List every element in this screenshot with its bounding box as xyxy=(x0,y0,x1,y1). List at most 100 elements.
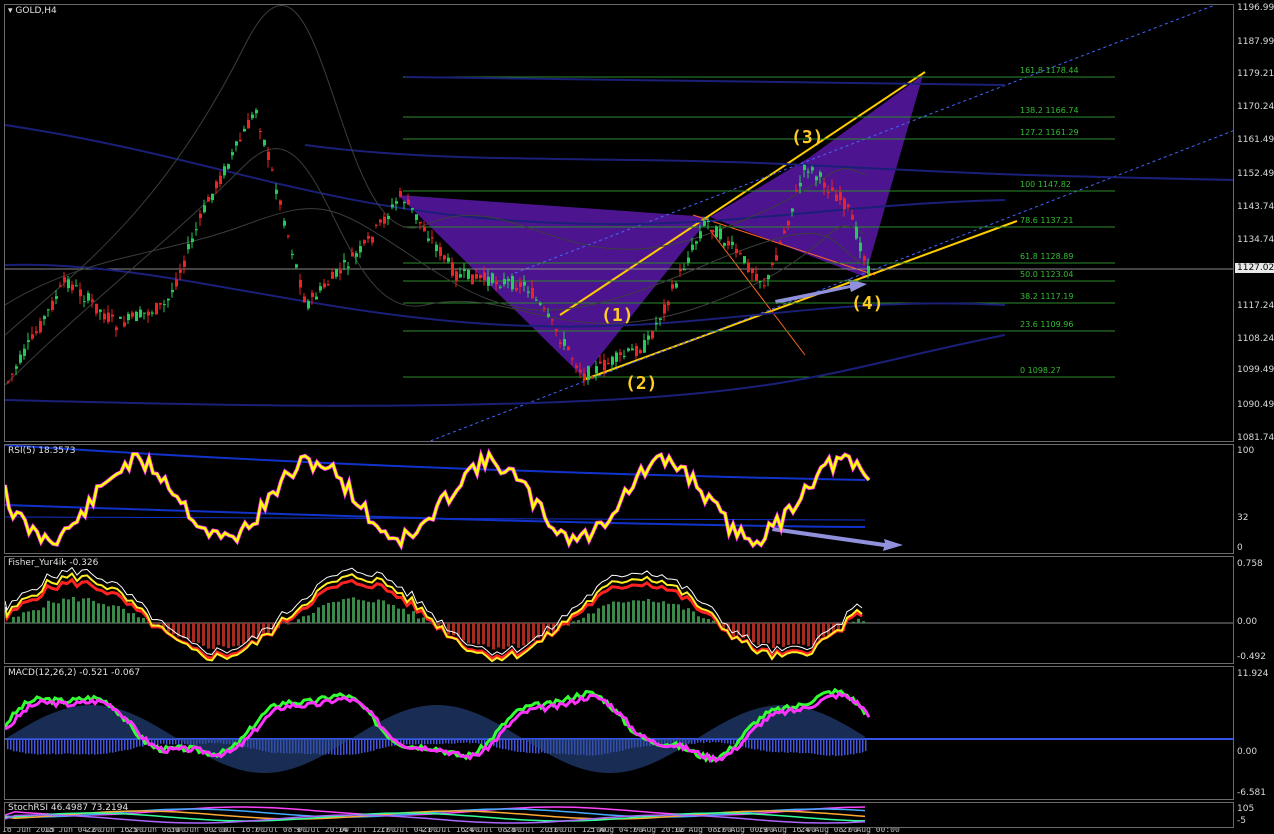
macd-histogram-bar xyxy=(844,739,846,756)
fisher-pane[interactable]: Fisher_Yur4ik -0.326 xyxy=(4,556,1234,664)
candle-body xyxy=(643,340,646,353)
macd-histogram-bar xyxy=(94,739,96,755)
macd-histogram-bar xyxy=(130,739,132,750)
candle-body xyxy=(611,356,614,365)
macd-histogram-bar xyxy=(49,739,51,755)
macd-title: MACD(12,26,2) -0.521 -0.067 xyxy=(8,668,141,678)
fib-level-label: 23.6 1109.96 xyxy=(1020,320,1074,329)
candle-body xyxy=(231,152,234,156)
stochrsi-pane[interactable]: StochRSI 46.4987 73.2194 xyxy=(4,802,1234,828)
macd-histogram-bar xyxy=(430,739,432,745)
macd-histogram-bar xyxy=(373,739,375,751)
fisher-histogram-bar xyxy=(222,623,225,647)
fisher-histogram-bar xyxy=(862,621,865,623)
candle-body xyxy=(107,312,110,322)
candle-body xyxy=(287,235,290,237)
candle-body xyxy=(99,309,102,312)
candle-body xyxy=(83,301,86,303)
price-tick: 1170.24 xyxy=(1237,102,1274,112)
candle-body xyxy=(811,167,814,171)
fisher-histogram-bar xyxy=(112,605,115,623)
candle-body xyxy=(355,253,358,257)
candle-body xyxy=(207,197,210,202)
candle-body xyxy=(587,366,590,380)
fisher-histogram-bar xyxy=(402,608,405,623)
stochrsi-axis: 105 -5 xyxy=(1234,802,1274,828)
candle-body xyxy=(603,359,606,371)
macd-histogram-bar xyxy=(106,739,108,754)
macd-histogram-bar xyxy=(157,739,159,745)
candle-body xyxy=(51,300,54,310)
macd-histogram-bar xyxy=(97,739,99,755)
candle-body xyxy=(459,274,462,278)
fisher-histogram-bar xyxy=(527,623,530,644)
macd-histogram-bar xyxy=(175,739,177,745)
fisher-histogram-bar xyxy=(237,623,240,646)
macd-histogram-bar xyxy=(403,739,405,745)
macd-histogram-bar xyxy=(418,739,420,745)
macd-histogram-bar xyxy=(862,739,864,753)
candle-body xyxy=(19,354,22,363)
fisher-histogram-bar xyxy=(72,596,75,623)
candle-body xyxy=(731,241,734,246)
candle-body xyxy=(319,286,322,291)
candle-body xyxy=(111,314,114,317)
price-chart-pane[interactable]: ▾ GOLD,H4 161.8 1178.44 138.2 1166.74 127.… xyxy=(4,4,1234,442)
candle-body xyxy=(691,244,694,251)
candle-body xyxy=(735,248,738,254)
candle-body xyxy=(183,260,186,267)
envelope-band xyxy=(5,334,1006,407)
candle-body xyxy=(827,191,830,193)
macd-histogram-bar xyxy=(757,739,759,750)
macd-histogram-bar xyxy=(91,739,93,754)
fisher-histogram-bar xyxy=(612,601,615,623)
fisher-histogram-bar xyxy=(362,600,365,623)
fisher-histogram-bar xyxy=(777,623,780,645)
macd-histogram-bar xyxy=(850,739,852,755)
candle-body xyxy=(275,189,278,194)
macd-histogram-bar xyxy=(796,739,798,753)
fisher-histogram-bar xyxy=(657,602,660,623)
candle-body xyxy=(79,289,82,297)
fisher-histogram-bar xyxy=(637,600,640,623)
macd-histogram-bar xyxy=(748,739,750,749)
macd-histogram-bar xyxy=(64,739,66,754)
candle-body xyxy=(87,293,90,301)
fisher-histogram-bar xyxy=(127,613,130,623)
macd-histogram-bar xyxy=(715,739,717,743)
candle-body xyxy=(483,272,486,280)
price-tick: 1099.49 xyxy=(1237,365,1274,375)
bollinger-band xyxy=(5,5,866,336)
candle-body xyxy=(547,313,550,317)
candle-body xyxy=(139,309,142,318)
candle-body xyxy=(655,322,658,325)
macd-histogram-bar xyxy=(700,739,702,743)
fisher-histogram-bar xyxy=(122,608,125,623)
macd-pane[interactable]: MACD(12,26,2) -0.521 -0.067 xyxy=(4,666,1234,800)
candle-body xyxy=(667,301,670,306)
macd-histogram-bar xyxy=(448,739,450,744)
fisher-canvas xyxy=(5,566,1233,663)
fisher-histogram-bar xyxy=(37,610,40,623)
time-label: 27 Aug 00:00 xyxy=(842,828,900,834)
macd-histogram-bar xyxy=(730,739,732,745)
candle-body xyxy=(167,298,170,301)
fisher-histogram-bar xyxy=(452,623,455,636)
fisher-histogram-bar xyxy=(227,623,230,649)
candle-body xyxy=(567,346,570,350)
macd-histogram-bar xyxy=(439,739,441,744)
macd-histogram-bar xyxy=(469,739,471,744)
price-axis[interactable]: 1127.02 1196.99 1187.99 1179.21 1170.24 1161… xyxy=(1234,3,1274,443)
candle-body xyxy=(159,303,162,305)
macd-histogram-bar xyxy=(463,739,465,743)
candle-body xyxy=(295,264,298,268)
fisher-histogram-bar xyxy=(102,604,105,623)
fisher-histogram-bar xyxy=(312,612,315,623)
fisher-histogram-bar xyxy=(217,623,220,646)
macd-histogram-bar xyxy=(751,739,753,749)
candle-body xyxy=(115,327,118,331)
fisher-histogram-bar xyxy=(627,601,630,623)
macd-histogram-bar xyxy=(769,739,771,752)
rsi-pane[interactable]: RSI(5) 18.3573 xyxy=(4,444,1234,554)
fisher-histogram-bar xyxy=(482,623,485,645)
